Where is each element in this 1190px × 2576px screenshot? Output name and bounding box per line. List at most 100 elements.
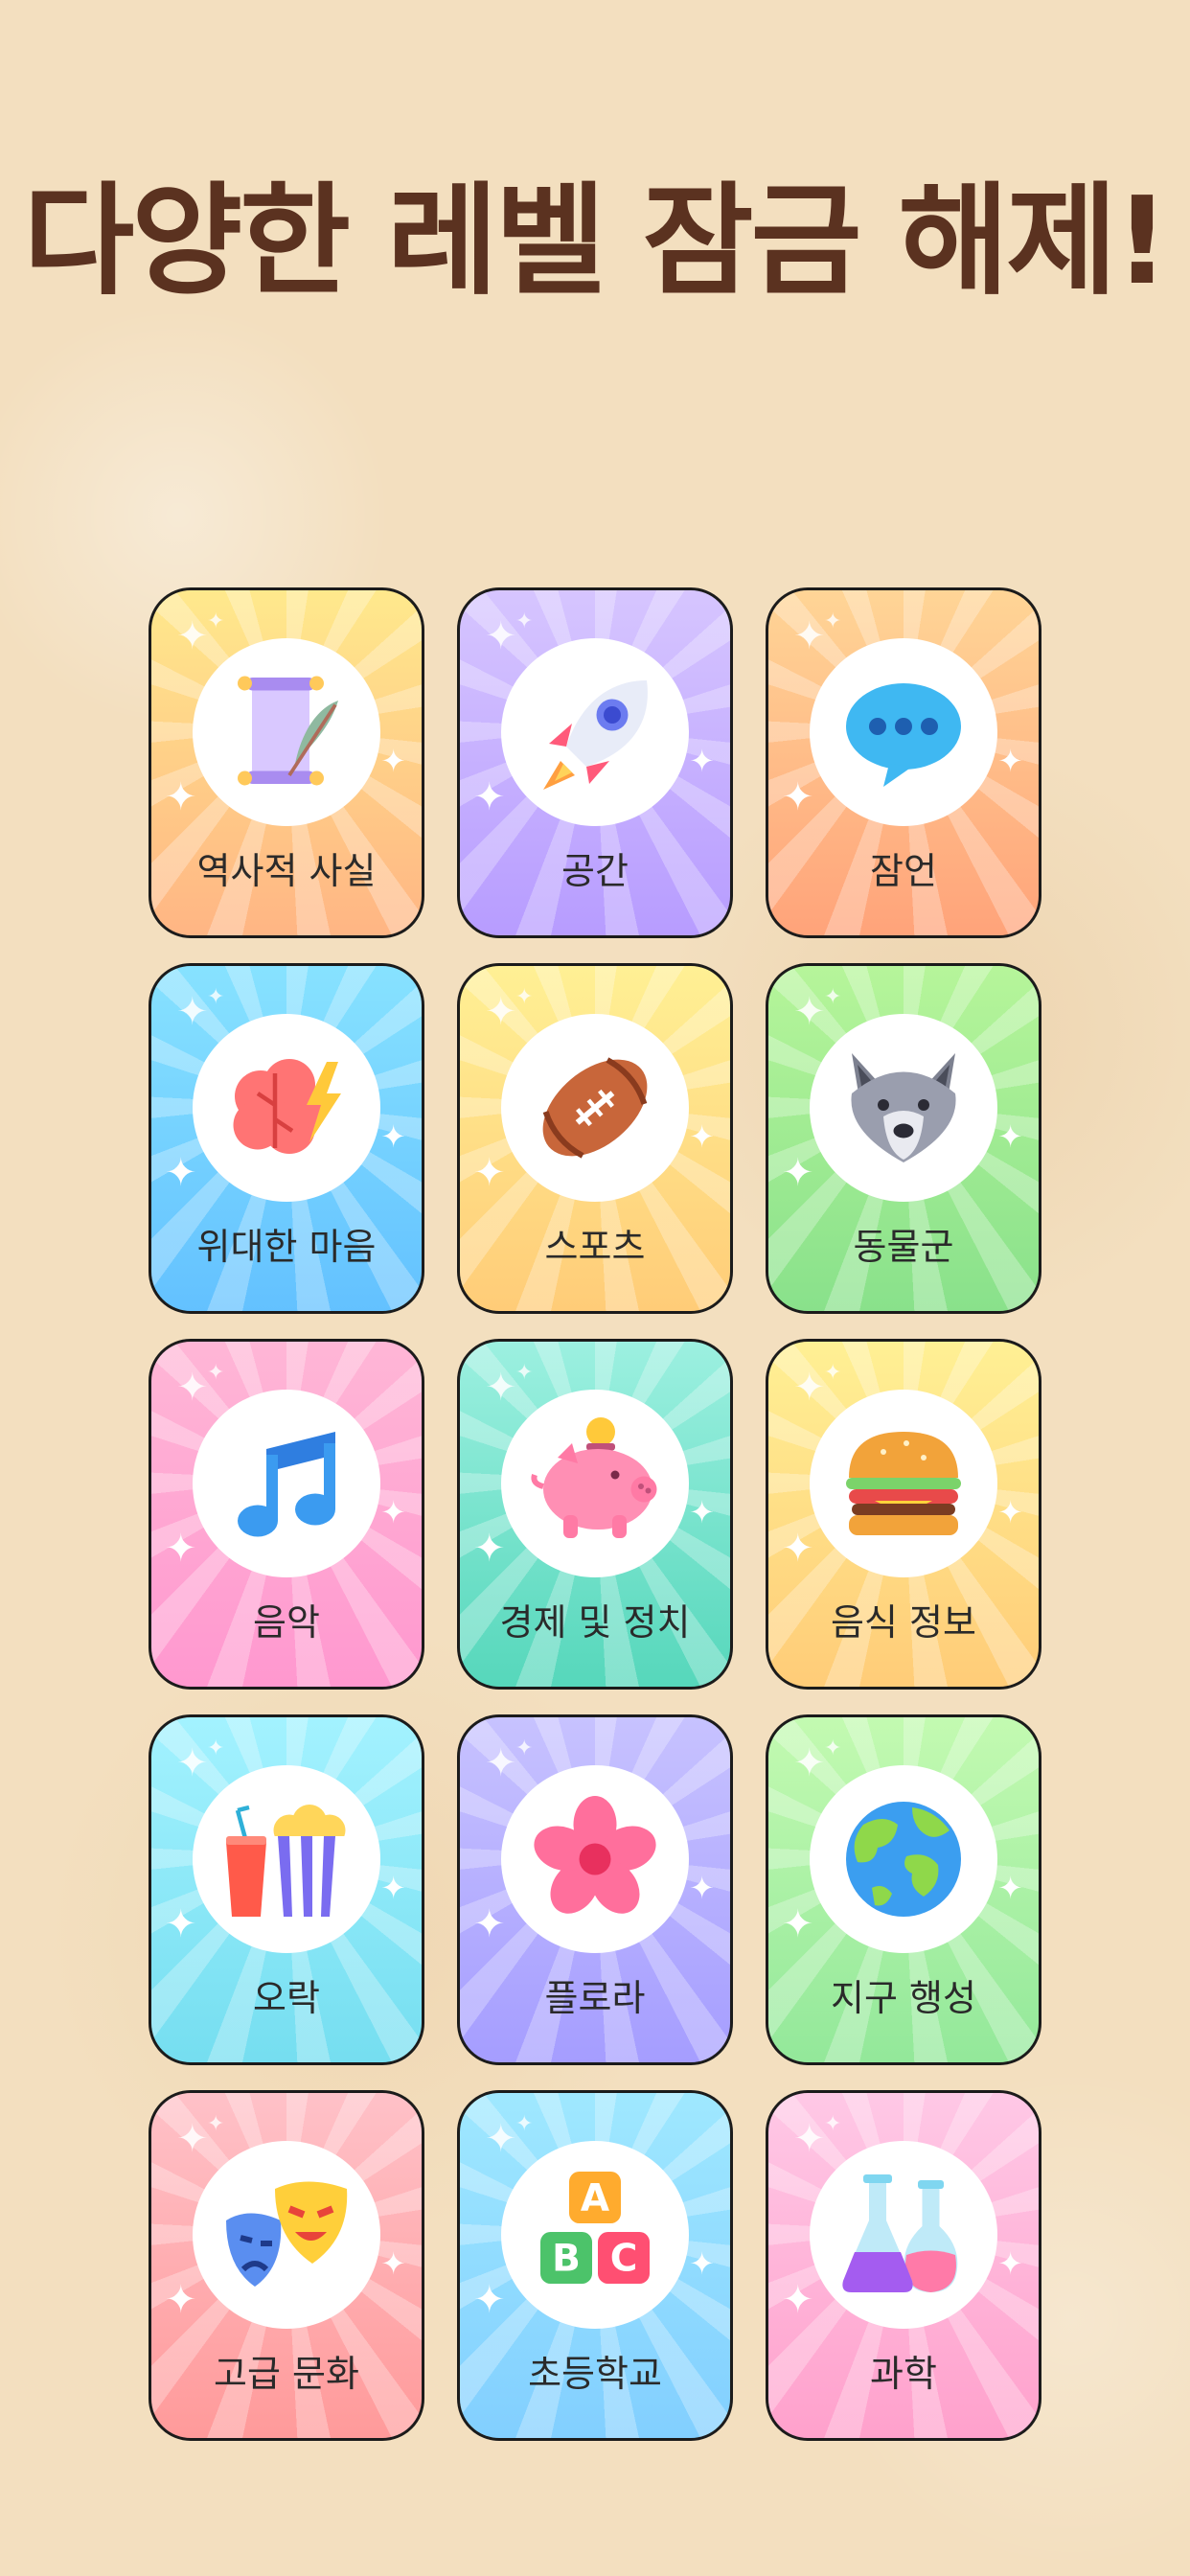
sparkle-icon: ✦ [782, 2278, 814, 2322]
category-icon-badge [810, 638, 997, 826]
category-card-high-culture[interactable]: ✦ ✦ ✦ ✦ 고급 문화 [149, 2090, 424, 2441]
sparkle-icon: ✦ [824, 1736, 842, 1760]
block-a-letter: A [581, 2177, 609, 2220]
abc-blocks-icon: A B C [540, 2172, 650, 2284]
earth-icon [846, 1802, 961, 1917]
category-card-science[interactable]: ✦ ✦ ✦ ✦ 과학 [766, 2090, 1041, 2441]
sparkle-icon: ✦ [515, 1736, 534, 1760]
category-icon-badge [810, 1765, 997, 1953]
sparkle-icon: ✦ [997, 2245, 1023, 2282]
sparkle-icon: ✦ [176, 1741, 209, 1785]
sparkle-icon: ✦ [380, 2245, 406, 2282]
category-label: 과학 [870, 2353, 937, 2395]
category-icon-badge [193, 1390, 380, 1577]
category-card-planet-earth[interactable]: ✦ ✦ ✦ ✦ 지구 행성 [766, 1714, 1041, 2065]
category-label: 경제 및 정치 [499, 1601, 691, 1644]
block-c-letter: C [610, 2238, 638, 2281]
sparkle-icon: ✦ [782, 1151, 814, 1195]
sparkle-icon: ✦ [473, 1527, 506, 1571]
sparkle-icon: ✦ [473, 2278, 506, 2322]
category-card-space[interactable]: ✦ ✦ ✦ ✦ 공간 [457, 587, 733, 938]
sparkle-icon: ✦ [689, 2245, 715, 2282]
block-b-letter: B [552, 2238, 581, 2281]
sparkle-icon: ✦ [793, 990, 826, 1034]
sparkle-icon: ✦ [793, 1366, 826, 1410]
category-label: 잠언 [870, 850, 937, 892]
category-card-food[interactable]: ✦ ✦ ✦ ✦ 음식 정보 [766, 1339, 1041, 1690]
sparkle-icon: ✦ [485, 1366, 517, 1410]
wolf-icon [851, 1053, 956, 1162]
rocket-icon [543, 680, 648, 790]
category-label: 고급 문화 [214, 2353, 359, 2395]
sparkle-icon: ✦ [380, 743, 406, 779]
category-icon-badge: A B C [501, 2141, 689, 2329]
category-label: 초등학교 [528, 2353, 662, 2395]
category-icon-badge [501, 1765, 689, 1953]
sparkle-icon: ✦ [793, 2117, 826, 2161]
brain-lightning-icon [233, 1059, 341, 1154]
sparkle-icon: ✦ [782, 1527, 814, 1571]
sparkle-icon: ✦ [207, 1361, 225, 1385]
category-card-fauna[interactable]: ✦ ✦ ✦ ✦ 동물군 [766, 963, 1041, 1314]
sparkle-icon: ✦ [207, 985, 225, 1009]
sparkle-icon: ✦ [793, 614, 826, 658]
category-card-music[interactable]: ✦ ✦ ✦ ✦ 음악 [149, 1339, 424, 1690]
category-card-proverbs[interactable]: ✦ ✦ ✦ ✦ 잠언 [766, 587, 1041, 938]
sparkle-icon: ✦ [515, 610, 534, 633]
sparkle-icon: ✦ [485, 2117, 517, 2161]
category-label: 음식 정보 [831, 1601, 976, 1644]
category-icon-badge [810, 2141, 997, 2329]
sparkle-icon: ✦ [176, 1366, 209, 1410]
page-headline: 다양한 레벨 잠금 해제! [23, 171, 1169, 311]
category-label: 역사적 사실 [196, 850, 377, 892]
music-note-icon [238, 1432, 335, 1537]
sparkle-icon: ✦ [207, 2112, 225, 2136]
category-card-flora[interactable]: ✦ ✦ ✦ ✦ 플로라 [457, 1714, 733, 2065]
category-icon-badge [501, 1390, 689, 1577]
category-icon-badge [810, 1390, 997, 1577]
category-grid: ✦ ✦ ✦ ✦ 역사적 사실 ✦ ✦ ✦ ✦ 공간 ✦ ✦ ✦ ✦ 잠언 ✦ ✦… [149, 587, 1041, 2441]
category-card-entertainment[interactable]: ✦ ✦ ✦ ✦ 오락 [149, 1714, 424, 2065]
sparkle-icon: ✦ [997, 1118, 1023, 1155]
sparkle-icon: ✦ [380, 1870, 406, 1906]
sparkle-icon: ✦ [997, 1494, 1023, 1530]
sparkle-icon: ✦ [165, 1902, 197, 1946]
category-icon-badge [810, 1014, 997, 1202]
speech-bubble-icon [846, 683, 961, 787]
sparkle-icon: ✦ [689, 1118, 715, 1155]
sparkle-icon: ✦ [176, 614, 209, 658]
category-label: 동물군 [853, 1226, 954, 1268]
sparkle-icon: ✦ [473, 1902, 506, 1946]
category-label: 위대한 마음 [196, 1226, 377, 1268]
sparkle-icon: ✦ [165, 775, 197, 819]
sparkle-icon: ✦ [380, 1118, 406, 1155]
flasks-icon [842, 2174, 958, 2292]
history-scroll-icon [238, 676, 338, 786]
category-icon-badge [501, 1014, 689, 1202]
sparkle-icon: ✦ [473, 775, 506, 819]
category-card-history[interactable]: ✦ ✦ ✦ ✦ 역사적 사실 [149, 587, 424, 938]
category-icon-badge [193, 1765, 380, 1953]
category-icon-badge [501, 638, 689, 826]
category-label: 오락 [253, 1977, 320, 2019]
sparkle-icon: ✦ [176, 990, 209, 1034]
sparkle-icon: ✦ [824, 1361, 842, 1385]
piggy-bank-icon [531, 1417, 657, 1538]
category-icon-badge [193, 1014, 380, 1202]
football-icon [542, 1057, 648, 1159]
category-card-economy-politics[interactable]: ✦ ✦ ✦ ✦ 경제 및 정치 [457, 1339, 733, 1690]
category-icon-badge [193, 638, 380, 826]
category-label: 지구 행성 [831, 1977, 976, 2019]
sparkle-icon: ✦ [997, 1870, 1023, 1906]
sparkle-icon: ✦ [824, 610, 842, 633]
sparkle-icon: ✦ [473, 1151, 506, 1195]
category-card-great-minds[interactable]: ✦ ✦ ✦ ✦ 위대한 마음 [149, 963, 424, 1314]
sparkle-icon: ✦ [380, 1494, 406, 1530]
category-label: 공간 [561, 850, 629, 892]
sparkle-icon: ✦ [165, 1527, 197, 1571]
category-card-elementary-school[interactable]: ✦ ✦ ✦ ✦ A B C 초등학교 [457, 2090, 733, 2441]
category-card-sports[interactable]: ✦ ✦ ✦ ✦ 스포츠 [457, 963, 733, 1314]
sparkle-icon: ✦ [689, 743, 715, 779]
sparkle-icon: ✦ [782, 775, 814, 819]
sparkle-icon: ✦ [997, 743, 1023, 779]
